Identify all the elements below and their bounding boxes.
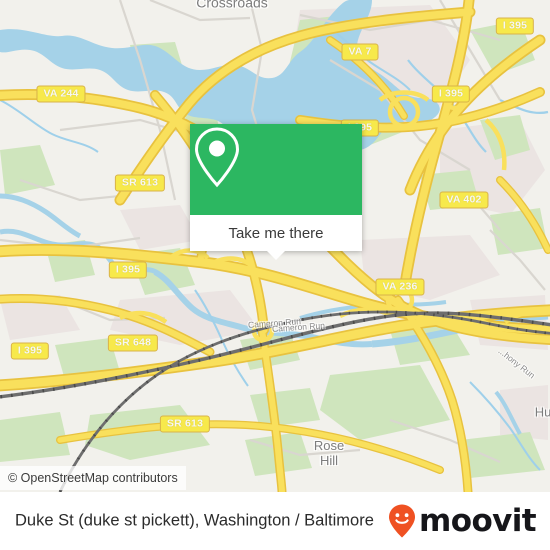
popup-tail (267, 251, 285, 260)
road-shield: SR 613 (159, 415, 211, 433)
map-canvas[interactable]: VA 244 VA 7 I 395 I 395 I 395 SR 613 VA 402 I 3… (0, 0, 550, 492)
road-shield: VA 244 (36, 85, 86, 103)
road-shield: VA 236 (375, 278, 425, 296)
road-shield: I 395 (108, 261, 148, 279)
map-pin-icon (194, 127, 240, 188)
take-me-there-button[interactable]: Take me there (190, 215, 362, 251)
moovit-brand[interactable]: moovit (387, 502, 537, 539)
road-shield: SR 613 (114, 174, 166, 192)
road-shield: I 395 (431, 85, 471, 103)
road-shield: I 395 (10, 342, 50, 360)
location-popup-card[interactable]: Take me there (190, 124, 362, 251)
moovit-wordmark: moovit (419, 502, 537, 539)
location-title: Duke St (duke st pickett), Washington / … (15, 511, 374, 530)
road-shield: VA 402 (439, 191, 489, 209)
road-shield: SR 648 (107, 334, 159, 352)
popup-icon-area (190, 124, 362, 215)
osm-attribution[interactable]: © OpenStreetMap contributors (0, 466, 186, 490)
footer-bar: Duke St (duke st pickett), Washington / … (0, 492, 550, 550)
moovit-smiley-pin-icon (389, 504, 416, 538)
road-shield: I 395 (495, 17, 535, 35)
road-shield: VA 7 (341, 43, 379, 61)
screenshot-root: VA 244 VA 7 I 395 I 395 I 395 SR 613 VA 402 I 3… (0, 0, 550, 550)
